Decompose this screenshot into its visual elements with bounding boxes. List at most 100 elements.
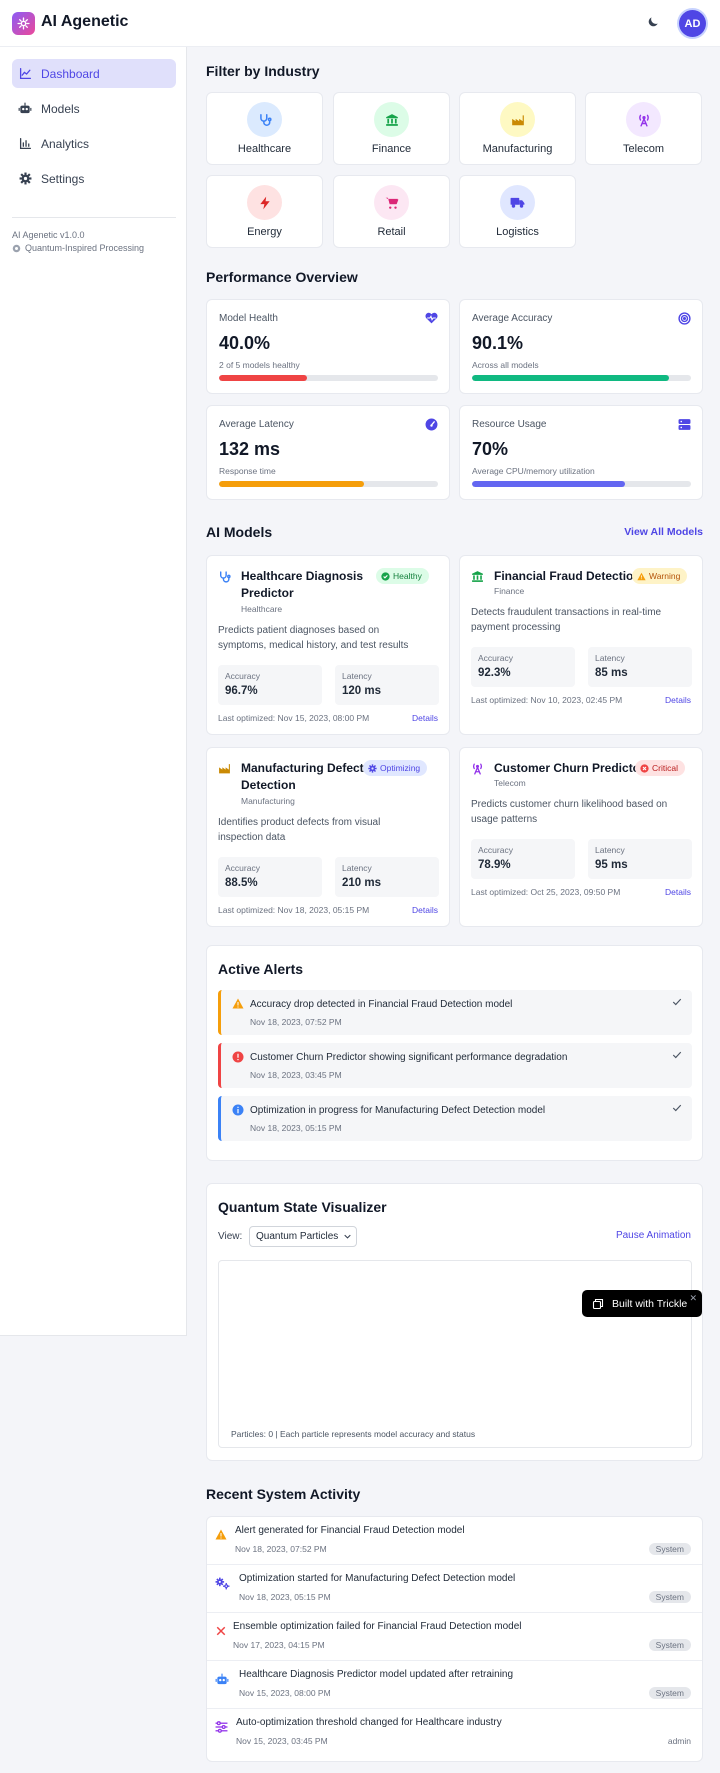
gears-icon	[215, 1577, 230, 1590]
accuracy-stat: Accuracy 92.3%	[471, 647, 575, 687]
desc-line: Predicts customer churn likelihood based…	[471, 799, 668, 810]
antenna-icon	[471, 762, 484, 775]
model-name-line: Customer Churn Predictor	[494, 761, 645, 775]
acknowledge-check-icon[interactable]	[672, 997, 682, 1007]
perf-card-average-accuracy: Average Accuracy 90.1% Across all models	[459, 299, 703, 394]
industry-tile-logistics[interactable]: Logistics	[459, 175, 576, 248]
desc-line: usage patterns	[471, 814, 538, 825]
dark-mode-toggle-icon[interactable]	[646, 15, 660, 29]
close-icon[interactable]: ✕	[689, 1293, 697, 1304]
activity-item: Ensemble optimization failed for Financi…	[207, 1613, 702, 1661]
industry-tile-healthcare[interactable]: Healthcare	[206, 92, 323, 165]
model-description: Identifies product defects from visual in…	[218, 815, 440, 845]
model-card-healthcare-diagnosis[interactable]: Healthcare Diagnosis Predictor Healthcare…	[206, 555, 450, 735]
status-badge-optimizing: Optimizing	[363, 760, 428, 776]
progress-bar	[472, 481, 691, 487]
model-name: Manufacturing Defect Detection	[241, 760, 364, 794]
perf-value: 40.0%	[219, 333, 271, 353]
pause-animation-button[interactable]: Pause Animation	[616, 1230, 691, 1241]
details-link[interactable]: Details	[665, 887, 691, 897]
latency-stat: Latency 120 ms	[335, 665, 439, 705]
model-name-line: Financial Fraud Detection	[494, 569, 641, 583]
details-link[interactable]: Details	[412, 905, 438, 915]
alert-item: Accuracy drop detected in Financial Frau…	[218, 990, 692, 1035]
alerts-title: Active Alerts	[218, 961, 304, 977]
sidebar-item-analytics[interactable]: Analytics	[12, 129, 176, 158]
latency-stat: Latency 85 ms	[588, 647, 692, 687]
sidebar-item-settings[interactable]: Settings	[12, 164, 176, 193]
model-card-financial-fraud[interactable]: Financial Fraud Detection Finance Warnin…	[459, 555, 703, 735]
industry-tile-finance[interactable]: Finance	[333, 92, 450, 165]
error-circle-icon	[232, 1051, 244, 1063]
activity-date: Nov 15, 2023, 08:00 PM	[239, 1688, 331, 1698]
check-circle-icon	[381, 571, 390, 581]
model-card-manufacturing-defect[interactable]: Manufacturing Defect Detection Manufactur…	[206, 747, 450, 927]
gear-icon	[368, 763, 377, 773]
sidebar-item-label: Dashboard	[41, 66, 100, 81]
sidebar-item-dashboard[interactable]: Dashboard	[12, 59, 176, 88]
actor-tag: System	[648, 1591, 691, 1603]
stat-label: Latency	[342, 863, 372, 873]
view-all-models-link[interactable]: View All Models	[624, 526, 703, 538]
industry-tile-telecom[interactable]: Telecom	[585, 92, 702, 165]
bank-icon	[374, 102, 409, 137]
tagline-text: Quantum-Inspired Processing	[25, 243, 145, 253]
factory-icon	[500, 102, 535, 137]
industry-tile-manufacturing[interactable]: Manufacturing	[459, 92, 576, 165]
cart-icon	[374, 185, 409, 220]
info-circle-icon	[232, 1104, 244, 1116]
bolt-icon	[247, 185, 282, 220]
perf-label: Average Accuracy	[472, 313, 553, 324]
perf-card-model-health: Model Health 40.0% 2 of 5 models healthy	[206, 299, 450, 394]
progress-bar	[219, 375, 438, 381]
model-industry: Finance	[494, 586, 525, 596]
desc-line: inspection data	[218, 832, 286, 843]
industry-tile-energy[interactable]: Energy	[206, 175, 323, 248]
actor-tag: admin	[667, 1736, 691, 1746]
heartbeat-icon	[425, 312, 438, 324]
particles-caption: Particles: 0 | Each particle represents …	[231, 1429, 476, 1439]
stat-label: Accuracy	[225, 863, 260, 873]
industry-label: Manufacturing	[482, 143, 553, 155]
x-icon	[216, 1626, 226, 1636]
last-optimized: Last optimized: Oct 25, 2023, 09:50 PM	[471, 887, 621, 897]
model-name-line: Manufacturing Defect	[241, 761, 364, 775]
built-with-trickle-badge[interactable]: Built with Trickle ✕	[582, 1290, 702, 1317]
actor-tag: System	[648, 1687, 691, 1699]
active-alerts-panel: Active Alerts Accuracy drop detected in …	[206, 945, 703, 1161]
view-select[interactable]: Quantum Particles	[249, 1226, 357, 1247]
status-badge-critical: Critical	[635, 760, 685, 776]
quantum-canvas[interactable]: Particles: 0 | Each particle represents …	[218, 1260, 692, 1448]
perf-value: 132 ms	[219, 439, 281, 459]
last-optimized: Last optimized: Nov 15, 2023, 08:00 PM	[218, 713, 370, 723]
model-name: Healthcare Diagnosis Predictor	[241, 568, 363, 602]
app-logo-icon[interactable]	[12, 12, 35, 35]
acknowledge-check-icon[interactable]	[672, 1103, 682, 1113]
model-name: Financial Fraud Detection	[494, 568, 641, 585]
perf-subtext: Average CPU/memory utilization	[472, 466, 595, 476]
progress-fill	[472, 375, 670, 381]
target-icon	[678, 312, 691, 325]
stat-value: 78.9%	[478, 859, 511, 871]
stat-value: 120 ms	[342, 685, 382, 697]
perf-card-resource-usage: Resource Usage 70% Average CPU/memory ut…	[459, 405, 703, 500]
model-card-customer-churn[interactable]: Customer Churn Predictor Telecom Critica…	[459, 747, 703, 927]
details-link[interactable]: Details	[665, 695, 691, 705]
accuracy-stat: Accuracy 96.7%	[218, 665, 322, 705]
industry-label: Logistics	[496, 226, 539, 238]
details-link[interactable]: Details	[412, 713, 438, 723]
alert-item: Optimization in progress for Manufacturi…	[218, 1096, 692, 1141]
acknowledge-check-icon[interactable]	[672, 1050, 682, 1060]
user-avatar[interactable]: AD	[679, 10, 706, 37]
filter-section-title: Filter by Industry	[206, 63, 320, 79]
status-text: Warning	[649, 571, 681, 581]
trickle-logo-icon	[592, 1298, 604, 1310]
top-header: AI Agenetic AD	[0, 0, 720, 47]
stat-label: Accuracy	[225, 671, 260, 681]
sidebar-item-models[interactable]: Models	[12, 94, 176, 123]
industry-tile-retail[interactable]: Retail	[333, 175, 450, 248]
bank-icon	[471, 570, 484, 583]
sidebar: Dashboard Models Analytics Settings AI A…	[0, 47, 187, 1336]
desc-line: Predicts patient diagnoses based on	[218, 625, 380, 636]
app-version: AI Agenetic v1.0.0	[12, 230, 85, 240]
